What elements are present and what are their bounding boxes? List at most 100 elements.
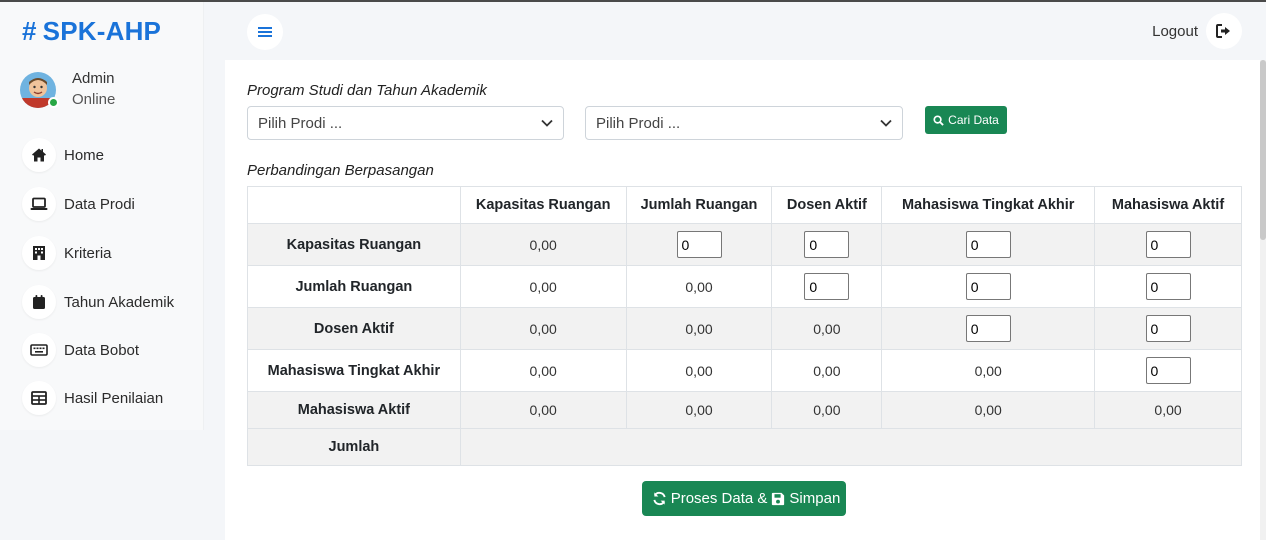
column-header: Kapasitas Ruangan	[459, 186, 627, 224]
user-status: Online	[72, 91, 116, 108]
input-cell	[881, 307, 1096, 350]
hash-icon: #	[22, 16, 37, 46]
chevron-down-icon	[541, 119, 553, 127]
prodi-select[interactable]: Pilih Prodi ...	[247, 106, 564, 140]
keyboard-icon	[22, 333, 56, 367]
table-row: Dosen Aktif 0,00 0,00 0,00	[247, 307, 1242, 350]
input-cell	[1094, 307, 1242, 350]
sidebar-item-label: Home	[64, 146, 105, 164]
comparison-input[interactable]	[1145, 273, 1191, 300]
row-header: Dosen Aktif	[247, 307, 461, 350]
value-cell: 0,00	[1094, 391, 1242, 429]
sidebar-item-label: Hasil Penilaian	[64, 389, 164, 407]
user-name: Admin	[72, 70, 115, 87]
value-cell: 0,00	[459, 223, 627, 266]
column-header: Dosen Aktif	[771, 186, 883, 224]
scrollbar-thumb[interactable]	[1260, 60, 1266, 240]
hamburger-icon	[258, 27, 272, 37]
value-cell: 0,00	[771, 391, 883, 429]
total-row: Jumlah	[247, 428, 1243, 466]
sidebar-item-tahun-akademik[interactable]: Tahun Akademik	[22, 285, 192, 319]
chevron-down-icon	[880, 119, 892, 127]
comparison-input[interactable]	[965, 315, 1011, 342]
sidebar-item-data-prodi[interactable]: Data Prodi	[22, 187, 192, 221]
table-icon	[22, 381, 56, 415]
top-navbar: Logout	[225, 2, 1266, 60]
input-cell	[1094, 349, 1242, 392]
comparison-section-title: Perbandingan Berpasangan	[247, 162, 434, 179]
laptop-icon	[22, 187, 56, 221]
total-row-label: Jumlah	[247, 428, 461, 466]
home-icon	[22, 138, 56, 172]
input-cell	[1094, 265, 1242, 308]
calendar-icon	[22, 285, 56, 319]
sidebar-item-data-bobot[interactable]: Data Bobot	[22, 333, 192, 367]
logout-label: Logout	[1152, 22, 1198, 40]
comparison-input[interactable]	[804, 273, 850, 300]
table-row: Jumlah Ruangan 0,00 0,00	[247, 265, 1242, 308]
value-cell: 0,00	[625, 349, 773, 392]
input-cell	[771, 265, 883, 308]
row-header: Kapasitas Ruangan	[247, 223, 461, 266]
table-header-row: Kapasitas Ruangan Jumlah Ruangan Dosen A…	[247, 186, 1242, 224]
value-cell: 0,00	[625, 265, 773, 308]
online-status-dot	[48, 97, 59, 108]
table-row: Mahasiswa Aktif 0,00 0,00 0,00 0,00 0,00	[247, 391, 1242, 429]
value-cell: 0,00	[459, 307, 627, 350]
brand-logo[interactable]: # SPK-AHP	[22, 16, 161, 47]
comparison-input[interactable]	[965, 231, 1011, 258]
avatar	[20, 72, 59, 110]
brand-name: SPK-AHP	[42, 16, 162, 46]
comparison-input[interactable]	[1145, 231, 1191, 258]
filter-section-title: Program Studi dan Tahun Akademik	[247, 82, 487, 99]
table-row: Mahasiswa Tingkat Akhir 0,00 0,00 0,00 0…	[247, 349, 1242, 392]
search-data-label: Cari Data	[948, 113, 999, 127]
input-cell	[881, 223, 1096, 266]
value-cell: 0,00	[459, 349, 627, 392]
building-icon	[22, 236, 56, 270]
comparison-input[interactable]	[804, 231, 850, 258]
logout-button[interactable]: Logout	[1152, 13, 1242, 49]
comparison-input[interactable]	[1145, 315, 1191, 342]
comparison-input[interactable]	[965, 273, 1011, 300]
value-cell: 0,00	[625, 307, 773, 350]
sidebar: # SPK-AHP Admin Online Home Data Prodi K…	[0, 2, 204, 430]
value-cell: 0,00	[771, 307, 883, 350]
column-header: Mahasiswa Aktif	[1094, 186, 1242, 224]
menu-toggle-button[interactable]	[247, 14, 283, 50]
prodi-select-value: Pilih Prodi ...	[258, 114, 343, 132]
value-cell: 0,00	[881, 391, 1096, 429]
value-cell: 0,00	[881, 349, 1096, 392]
sidebar-item-home[interactable]: Home	[22, 138, 192, 172]
column-header: Mahasiswa Tingkat Akhir	[881, 186, 1096, 224]
sidebar-item-hasil-penilaian[interactable]: Hasil Penilaian	[22, 381, 192, 415]
sidebar-item-label: Kriteria	[64, 244, 112, 262]
row-header: Jumlah Ruangan	[247, 265, 461, 308]
input-cell	[625, 223, 773, 266]
main-content: Program Studi dan Tahun Akademik Pilih P…	[225, 60, 1266, 540]
comparison-input[interactable]	[1145, 357, 1191, 384]
save-icon	[772, 492, 785, 505]
page-scrollbar[interactable]	[1260, 60, 1266, 540]
input-cell	[771, 223, 883, 266]
value-cell: 0,00	[459, 391, 627, 429]
comparison-input[interactable]	[676, 231, 722, 258]
table-row: Kapasitas Ruangan 0,00	[247, 223, 1242, 266]
row-header: Mahasiswa Aktif	[247, 391, 461, 429]
search-data-button[interactable]: Cari Data	[925, 106, 1007, 134]
input-cell	[1094, 223, 1242, 266]
column-header: Jumlah Ruangan	[625, 186, 773, 224]
sidebar-item-label: Tahun Akademik	[64, 293, 175, 311]
tahun-select[interactable]: Pilih Prodi ...	[585, 106, 903, 140]
save-label: Simpan	[789, 490, 841, 507]
value-cell: 0,00	[459, 265, 627, 308]
tahun-select-value: Pilih Prodi ...	[596, 114, 681, 132]
sidebar-item-label: Data Bobot	[64, 341, 140, 359]
total-row-cell	[459, 428, 1243, 466]
process-label: Proses Data &	[670, 490, 768, 507]
refresh-icon	[653, 491, 666, 506]
sidebar-item-kriteria[interactable]: Kriteria	[22, 236, 192, 270]
corner-header-cell	[247, 186, 461, 224]
process-save-button[interactable]: Proses Data & Simpan	[642, 481, 846, 516]
sidebar-item-label: Data Prodi	[64, 195, 135, 213]
